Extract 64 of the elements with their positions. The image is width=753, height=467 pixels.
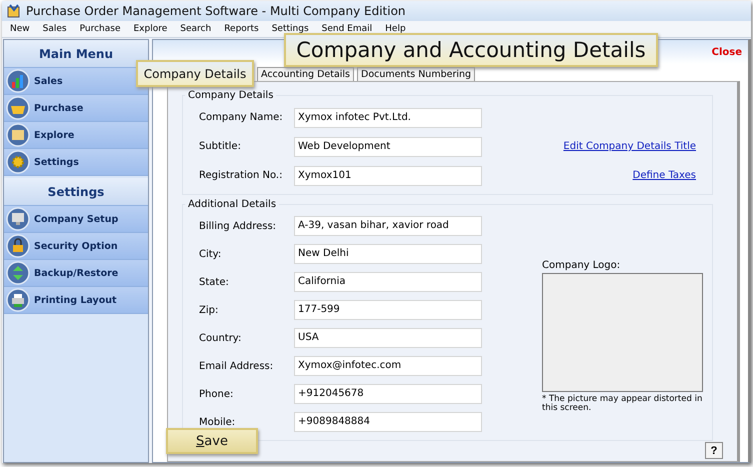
folder-icon (6, 123, 30, 147)
field-label: Registration No.: (199, 170, 284, 181)
sidebar-heading: Main Menu (4, 40, 148, 67)
field-label: Phone: (199, 388, 234, 400)
menu-item[interactable]: Settings (272, 24, 309, 34)
input-field[interactable]: +912045678 (294, 384, 482, 404)
sidebar-item[interactable]: Backup/Restore (4, 259, 148, 286)
group-title: Company Details (187, 90, 274, 101)
input-field[interactable]: +9089848884 (294, 412, 482, 432)
field-label: Country: (199, 332, 242, 344)
menu-item[interactable]: Sales (42, 24, 67, 34)
arrows-icon (6, 261, 30, 285)
menu-item[interactable]: Purchase (80, 24, 120, 34)
field-label: State: (199, 276, 230, 288)
sidebar-heading: Settings (4, 178, 148, 205)
field-label: Subtitle: (199, 141, 242, 152)
padlock-icon (6, 234, 30, 258)
field-label: Mobile: (199, 416, 236, 428)
basket-icon (6, 96, 30, 120)
field-label: Company Name: (199, 112, 284, 123)
save-button[interactable]: Save (166, 428, 258, 454)
input-field[interactable]: Xymox@infotec.com (294, 356, 482, 376)
sidebar-item[interactable]: Settings (4, 148, 148, 176)
printer-icon (6, 288, 30, 312)
monitor-icon (6, 207, 30, 231)
logo-box[interactable] (542, 273, 703, 392)
menu-item[interactable]: New (10, 24, 30, 34)
menu-item[interactable]: Reports (224, 24, 259, 34)
close-link[interactable]: Close (712, 46, 742, 58)
sidebar-item[interactable]: Security Option (4, 232, 148, 259)
input-field[interactable]: USA (294, 328, 482, 348)
sidebar-item[interactable]: Purchase (4, 94, 148, 121)
logo-label: Company Logo: (542, 260, 622, 271)
input-field[interactable]: California (294, 272, 482, 292)
field-label: Billing Address: (199, 220, 278, 232)
field-label: City: (199, 248, 222, 260)
help-button[interactable]: ? (705, 442, 723, 459)
input-field[interactable]: Xymox infotec Pvt.Ltd. (294, 108, 482, 128)
input-field[interactable]: Web Development (294, 136, 482, 156)
link[interactable]: Edit Company Details Title (563, 141, 696, 152)
input-field[interactable]: 177-599 (294, 300, 482, 320)
app-icon (7, 4, 21, 18)
menu-item[interactable]: Search (180, 24, 212, 34)
input-field[interactable]: Xymox101 (294, 166, 482, 186)
sidebar-item[interactable]: Printing Layout (4, 286, 148, 313)
gear-icon (6, 150, 30, 174)
link[interactable]: Define Taxes (632, 170, 696, 181)
window-title: Purchase Order Management Software - Multi Company Edition (26, 4, 406, 18)
menu-item[interactable]: Explore (133, 24, 168, 34)
chart-icon (6, 69, 30, 93)
input-field[interactable]: A-39, vasan bihar, xavior road (294, 216, 482, 236)
group-title: Additional Details (187, 199, 278, 210)
field-label: Email Address: (199, 360, 274, 372)
field-label: Zip: (199, 304, 220, 316)
menu-item[interactable]: Help (385, 24, 406, 34)
tab[interactable]: Documents Numbering (357, 67, 476, 81)
tab[interactable]: Accounting Details (257, 67, 354, 81)
sidebar-item[interactable]: Explore (4, 121, 148, 148)
logo-note: * The picture may appear distorted in this screen. (542, 395, 704, 414)
callout: Company Details (136, 60, 254, 87)
callout: Company and Accounting Details (284, 33, 658, 67)
input-field[interactable]: New Delhi (294, 244, 482, 264)
sidebar-item[interactable]: Company Setup (4, 205, 148, 232)
menu-item[interactable]: Send Email (322, 24, 372, 34)
